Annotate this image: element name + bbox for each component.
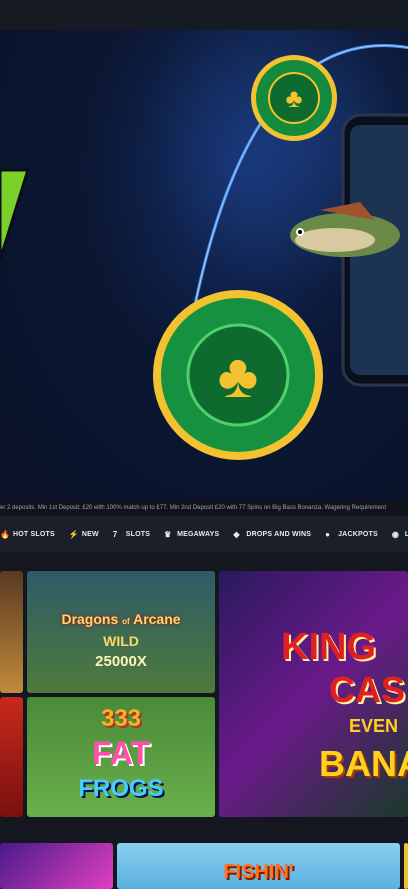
game-multiplier: 25000X — [95, 653, 147, 670]
game-title-even: EVEN — [349, 716, 399, 736]
big-chip: ♣ — [153, 290, 323, 460]
lightning-icon: ⚡ — [68, 529, 80, 539]
game-title-fat: FAT — [91, 735, 151, 771]
game-title-king: KING — [281, 626, 376, 668]
category-nav: 🔥 HOT SLOTS ⚡ NEW 7 SLOTS ♛ MEGAWAYS ◆ DROPS AND … — [0, 516, 408, 552]
promo-terms: er 2 deposits. Min 1st Deposit: £20 with… — [0, 500, 408, 516]
chip-icon: ◉ — [391, 529, 399, 539]
svg-text:♣: ♣ — [285, 83, 302, 113]
game-subtitle-wild: WILD — [103, 633, 139, 649]
drops-icon: ◆ — [233, 529, 240, 539]
game-tile-partial-1[interactable] — [0, 571, 23, 693]
top-bar — [0, 0, 408, 30]
game-tile-king-casino[interactable]: KING CAS EVEN BANA — [219, 571, 408, 817]
category-megaways[interactable]: ♛ MEGAWAYS — [164, 530, 219, 539]
game-tile-partial-4[interactable] — [404, 843, 408, 889]
category-label: HOT SLOTS — [13, 530, 55, 538]
game-title-cas: CAS — [329, 669, 406, 710]
sevens-icon: 7 — [112, 529, 118, 539]
category-label: MEGAWAYS — [177, 530, 220, 538]
category-label: JACKPOTS — [338, 530, 378, 538]
category-label: DROPS AND WINS — [246, 530, 312, 538]
game-tile-fat-frogs[interactable]: 333 FAT FROGS — [27, 697, 215, 817]
game-tile-fishin[interactable]: FISHIN' — [117, 843, 400, 889]
category-hot-slots[interactable]: 🔥 HOT SLOTS — [0, 530, 55, 539]
category-label: NEW — [81, 530, 99, 538]
game-title-bana: BANA — [319, 743, 408, 784]
coins-icon: ● — [325, 529, 331, 539]
game-tile-dragons-arcane[interactable]: Dragons of Arcane WILD 25000X — [27, 571, 215, 693]
category-slots[interactable]: 7 SLOTS — [113, 530, 150, 539]
game-title-333: 333 — [100, 705, 142, 732]
category-label: SLOTS — [125, 530, 151, 538]
game-title-dragons: Dragons of Arcane — [61, 611, 181, 627]
game-title-fishin: FISHIN' — [223, 861, 294, 883]
flame-icon: 🔥 — [0, 529, 11, 539]
category-new[interactable]: ⚡ NEW — [69, 530, 99, 539]
promo-art: ♣ ♣ — [0, 30, 408, 460]
category-jackpots[interactable]: ● JACKPOTS — [325, 530, 378, 539]
svg-text:♣: ♣ — [218, 342, 259, 411]
promo-banner[interactable]: ♣ ♣ — [0, 30, 408, 500]
category-drops-and-wins[interactable]: ◆ DROPS AND WINS — [233, 530, 311, 539]
category-live-ca[interactable]: ◉LIVE CA — [392, 530, 408, 539]
game-tile-partial-2[interactable] — [0, 697, 23, 817]
game-title-frogs: FROGS — [78, 775, 164, 802]
crown-icon: ♛ — [164, 529, 172, 539]
game-tile-partial-3[interactable] — [0, 843, 113, 889]
small-chip: ♣ — [251, 55, 337, 141]
